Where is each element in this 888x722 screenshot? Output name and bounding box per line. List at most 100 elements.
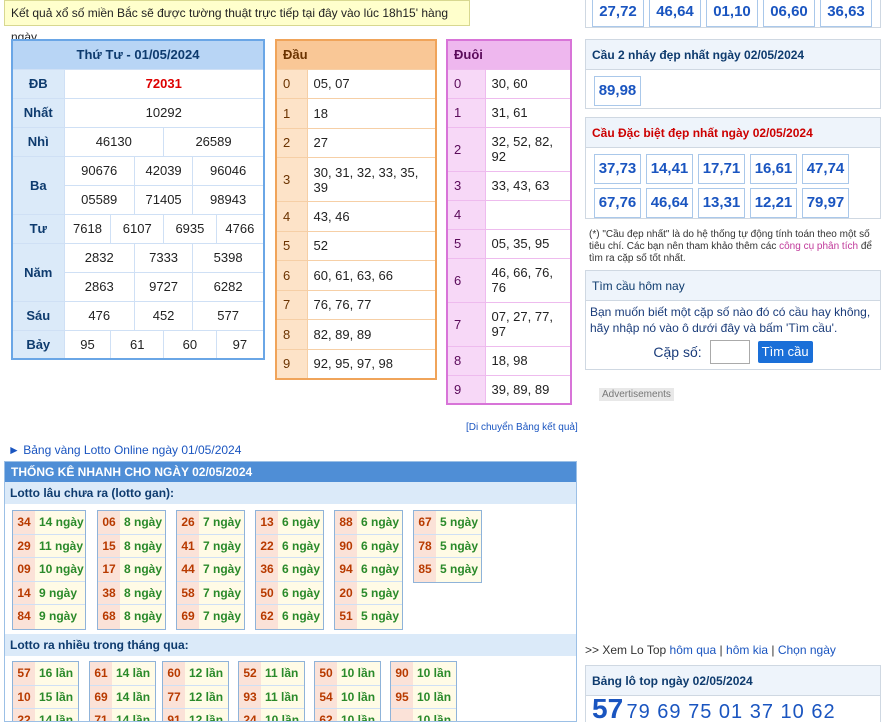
fifth-prize: 2832	[63, 242, 135, 273]
lotto-days: 6 ngày	[278, 605, 323, 629]
dau-key: 5	[275, 230, 308, 261]
dau-value: 30, 31, 32, 33, 35, 39	[306, 157, 437, 202]
prize-label: Ba	[11, 155, 65, 215]
lotto-number: 24	[239, 709, 261, 721]
yesterday-link[interactable]: hôm qua	[670, 643, 717, 657]
lotto-number: 68	[98, 605, 120, 629]
dau-key: 6	[275, 260, 308, 291]
prize-label: Nhì	[11, 126, 65, 157]
cau-chip[interactable]: 79,97	[802, 188, 849, 218]
lotto-days: 6 ngày	[278, 534, 323, 557]
lotto-days: 5 ngày	[436, 511, 481, 534]
lotto-number: 90	[391, 662, 413, 685]
tim-cau-button[interactable]: Tìm cầu	[757, 341, 813, 363]
lotto-days: 10 ngày	[35, 558, 85, 581]
lotto-count: 14 lần	[112, 685, 155, 708]
duoi-key: 7	[446, 301, 486, 347]
cau-chip[interactable]: 46,64	[649, 0, 701, 27]
third-prize: 90676	[63, 155, 135, 186]
lotto-days: 5 ngày	[357, 581, 402, 604]
lotto-number: 91	[163, 709, 185, 721]
nhieu-cell: 71 14 lần	[90, 709, 155, 721]
cau-chip[interactable]: 17,71	[698, 154, 745, 184]
lotto-days: 11 ngày	[35, 534, 85, 557]
gan-cell: 22 6 ngày	[256, 534, 323, 558]
gan-cell: 09 10 ngày	[13, 558, 85, 582]
cau-chip[interactable]: 47,74	[802, 154, 849, 184]
gan-cell: 94 6 ngày	[335, 558, 402, 582]
lotto-count: 11 lần	[261, 662, 304, 685]
cau-chip[interactable]: 46,64	[646, 188, 693, 218]
cau-chip[interactable]: 14,41	[646, 154, 693, 184]
cau-chip[interactable]: 27,72	[592, 0, 644, 27]
lotto-number: 94	[335, 558, 357, 581]
dau-value: 92, 95, 97, 98	[306, 348, 437, 379]
analysis-tools-link[interactable]: công cụ phân tích	[779, 241, 858, 252]
nhieu-cell: 77 12 lần	[163, 685, 228, 709]
lotto-days: 7 ngày	[199, 534, 244, 557]
cau-chip[interactable]: 16,61	[750, 154, 797, 184]
sixth-prize: 476	[63, 300, 135, 331]
third-prize: 05589	[63, 184, 135, 215]
lotto-number: 62	[315, 709, 337, 721]
lotto-days: 8 ngày	[120, 534, 165, 557]
lotto-number: 38	[98, 581, 120, 604]
lotto-count: 16 lần	[35, 662, 78, 685]
lotto-days: 5 ngày	[357, 605, 402, 629]
cap-so-input[interactable]	[709, 340, 750, 364]
gan-cell: 90 6 ngày	[335, 534, 402, 558]
lotto-count: 14 lần	[112, 662, 155, 685]
lo-top-rest: 79 69 75 01 37 10 62	[626, 701, 836, 722]
nhieu-cell: 10 15 lần	[13, 685, 78, 709]
lotto-number: 06	[98, 511, 120, 534]
nhieu-column: 50 10 lần 54 10 lần 62 10 lần	[314, 661, 381, 721]
lotto-count: 12 lần	[185, 662, 228, 685]
lotto-number: 09	[13, 558, 35, 581]
dau-value: 52	[306, 230, 437, 261]
duoi-key: 9	[446, 374, 486, 405]
cau-chip[interactable]: 67,76	[594, 188, 641, 218]
duoi-key: 5	[446, 228, 486, 259]
cau-chip[interactable]: 89,98	[594, 76, 641, 106]
nhieu-cell: 60 12 lần	[163, 662, 228, 686]
lotto-number: 95	[391, 685, 413, 708]
lotto-days: 8 ngày	[120, 558, 165, 581]
golden-board-link[interactable]: ► Bảng vàng Lotto Online ngày 01/05/2024	[8, 443, 241, 457]
gan-cell: 15 8 ngày	[98, 534, 165, 558]
cau-chip[interactable]: 13,31	[698, 188, 745, 218]
gan-column: 88 6 ngày 90 6 ngày 94 6 ngày 20 5 ngày 51 5 …	[334, 510, 403, 630]
cau-chip[interactable]: 12,21	[750, 188, 797, 218]
lotto-number: 57	[13, 662, 35, 685]
move-results-link[interactable]: [Di chuyển Bảng kết quả]	[466, 422, 578, 433]
lotto-count: 10 lần	[337, 685, 380, 708]
lotto-number: 36	[256, 558, 278, 581]
gan-cell: 13 6 ngày	[256, 511, 323, 535]
lotto-days: 5 ngày	[436, 534, 481, 557]
duoi-table: Đuôi 0 30, 60 1 31, 61 2 32, 52, 82, 92 3 33…	[446, 39, 572, 405]
gan-cell: 38 8 ngày	[98, 581, 165, 605]
lotto-days: 6 ngày	[357, 511, 402, 534]
cau-lotto-box: 27,72 46,64 01,10 06,60 36,63	[585, 0, 881, 28]
duoi-value: 39, 89, 89	[484, 374, 572, 405]
lotto-number: 13	[256, 511, 278, 534]
lotto-number: 93	[239, 685, 261, 708]
gan-cell: 85 5 ngày	[414, 558, 481, 582]
choose-date-link[interactable]: Chọn ngày	[778, 643, 836, 657]
day-before-link[interactable]: hôm kia	[726, 643, 768, 657]
lotto-days: 8 ngày	[120, 605, 165, 629]
lotto-number: 14	[13, 581, 35, 604]
ads-label: Advertisements	[599, 388, 674, 401]
cau-chip[interactable]: 37,73	[594, 154, 641, 184]
duoi-key: 6	[446, 257, 486, 303]
gan-column: 06 8 ngày 15 8 ngày 17 8 ngày 38 8 ngày 68 8 …	[97, 510, 166, 630]
cau-chip[interactable]: 36,63	[820, 0, 872, 27]
lotto-number: 51	[335, 605, 357, 629]
tim-cau-title: Tìm cầu hôm nay	[586, 271, 880, 301]
fifth-prize: 2863	[63, 271, 135, 302]
dau-key: 1	[275, 98, 308, 129]
lotto-number: 54	[315, 685, 337, 708]
prize-label: Tư	[11, 213, 65, 244]
cau-chip[interactable]: 06,60	[763, 0, 815, 27]
cau-chip[interactable]: 01,10	[706, 0, 758, 27]
gan-cell: 06 8 ngày	[98, 511, 165, 535]
